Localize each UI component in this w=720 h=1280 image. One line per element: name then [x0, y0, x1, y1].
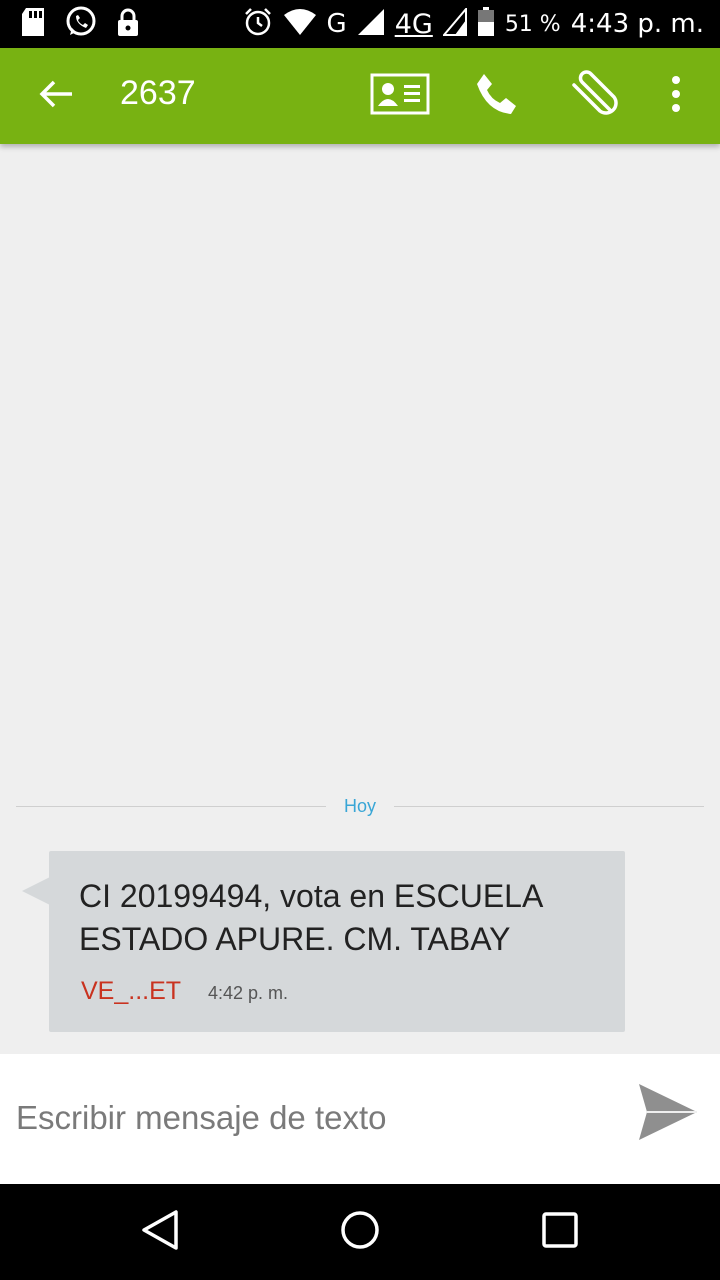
more-options-button[interactable]: [656, 66, 696, 126]
message-text: CI 20199494, vota en ESCUELA ESTADO APUR…: [79, 878, 542, 957]
signal-icon: [357, 8, 385, 41]
compose-bar: [0, 1054, 720, 1184]
message-list[interactable]: Hoy CI 20199494, vota en ESCUELA ESTADO …: [0, 144, 720, 1054]
more-vert-icon: [671, 75, 681, 117]
back-arrow-icon: [38, 79, 74, 114]
nav-recents-icon: [542, 1211, 578, 1253]
attachment-icon: [566, 69, 618, 123]
send-button[interactable]: [632, 1078, 704, 1150]
signal-icon: [441, 5, 467, 41]
clock: 4:43 p. m.: [570, 9, 704, 39]
network-type-g: G: [326, 9, 347, 39]
conversation-title: 2637: [120, 74, 196, 112]
message-bubble[interactable]: CI 20199494, vota en ESCUELA ESTADO APUR…: [49, 851, 625, 1032]
sd-card-icon: [20, 7, 46, 42]
message-time: 4:42 p. m.: [208, 983, 289, 1003]
nav-recents-button[interactable]: [530, 1202, 590, 1262]
contact-button[interactable]: [368, 66, 432, 126]
day-separator: Hoy: [16, 794, 704, 822]
nav-home-icon: [339, 1209, 381, 1256]
battery-icon: [477, 6, 495, 42]
attach-button[interactable]: [562, 66, 622, 126]
lock-icon: [116, 7, 140, 42]
whatsapp-icon: [64, 5, 98, 44]
back-button[interactable]: [28, 72, 84, 120]
nav-back-icon: [140, 1209, 180, 1256]
message-input[interactable]: [16, 1090, 606, 1146]
nav-home-button[interactable]: [330, 1202, 390, 1262]
bubble-tail: [22, 877, 50, 905]
status-notifications: [20, 6, 140, 42]
nav-back-button[interactable]: [130, 1202, 190, 1262]
network-type-4g: 4G: [394, 8, 433, 40]
status-bar: G 4G 51 % 4:43 p. m.: [0, 0, 720, 48]
call-button[interactable]: [466, 66, 526, 126]
day-label: Hoy: [343, 796, 376, 816]
phone-icon: [472, 70, 520, 123]
app-bar: 2637: [0, 48, 720, 144]
navigation-bar: [0, 1184, 720, 1280]
alarm-icon: [243, 7, 273, 42]
wifi-icon: [283, 8, 317, 41]
battery-percent: 51 %: [504, 11, 561, 37]
message-sender: VE_...ET: [81, 977, 182, 1005]
status-system: G 4G 51 % 4:43 p. m.: [243, 5, 704, 42]
send-icon: [637, 1082, 699, 1147]
contact-card-icon: [370, 73, 430, 120]
